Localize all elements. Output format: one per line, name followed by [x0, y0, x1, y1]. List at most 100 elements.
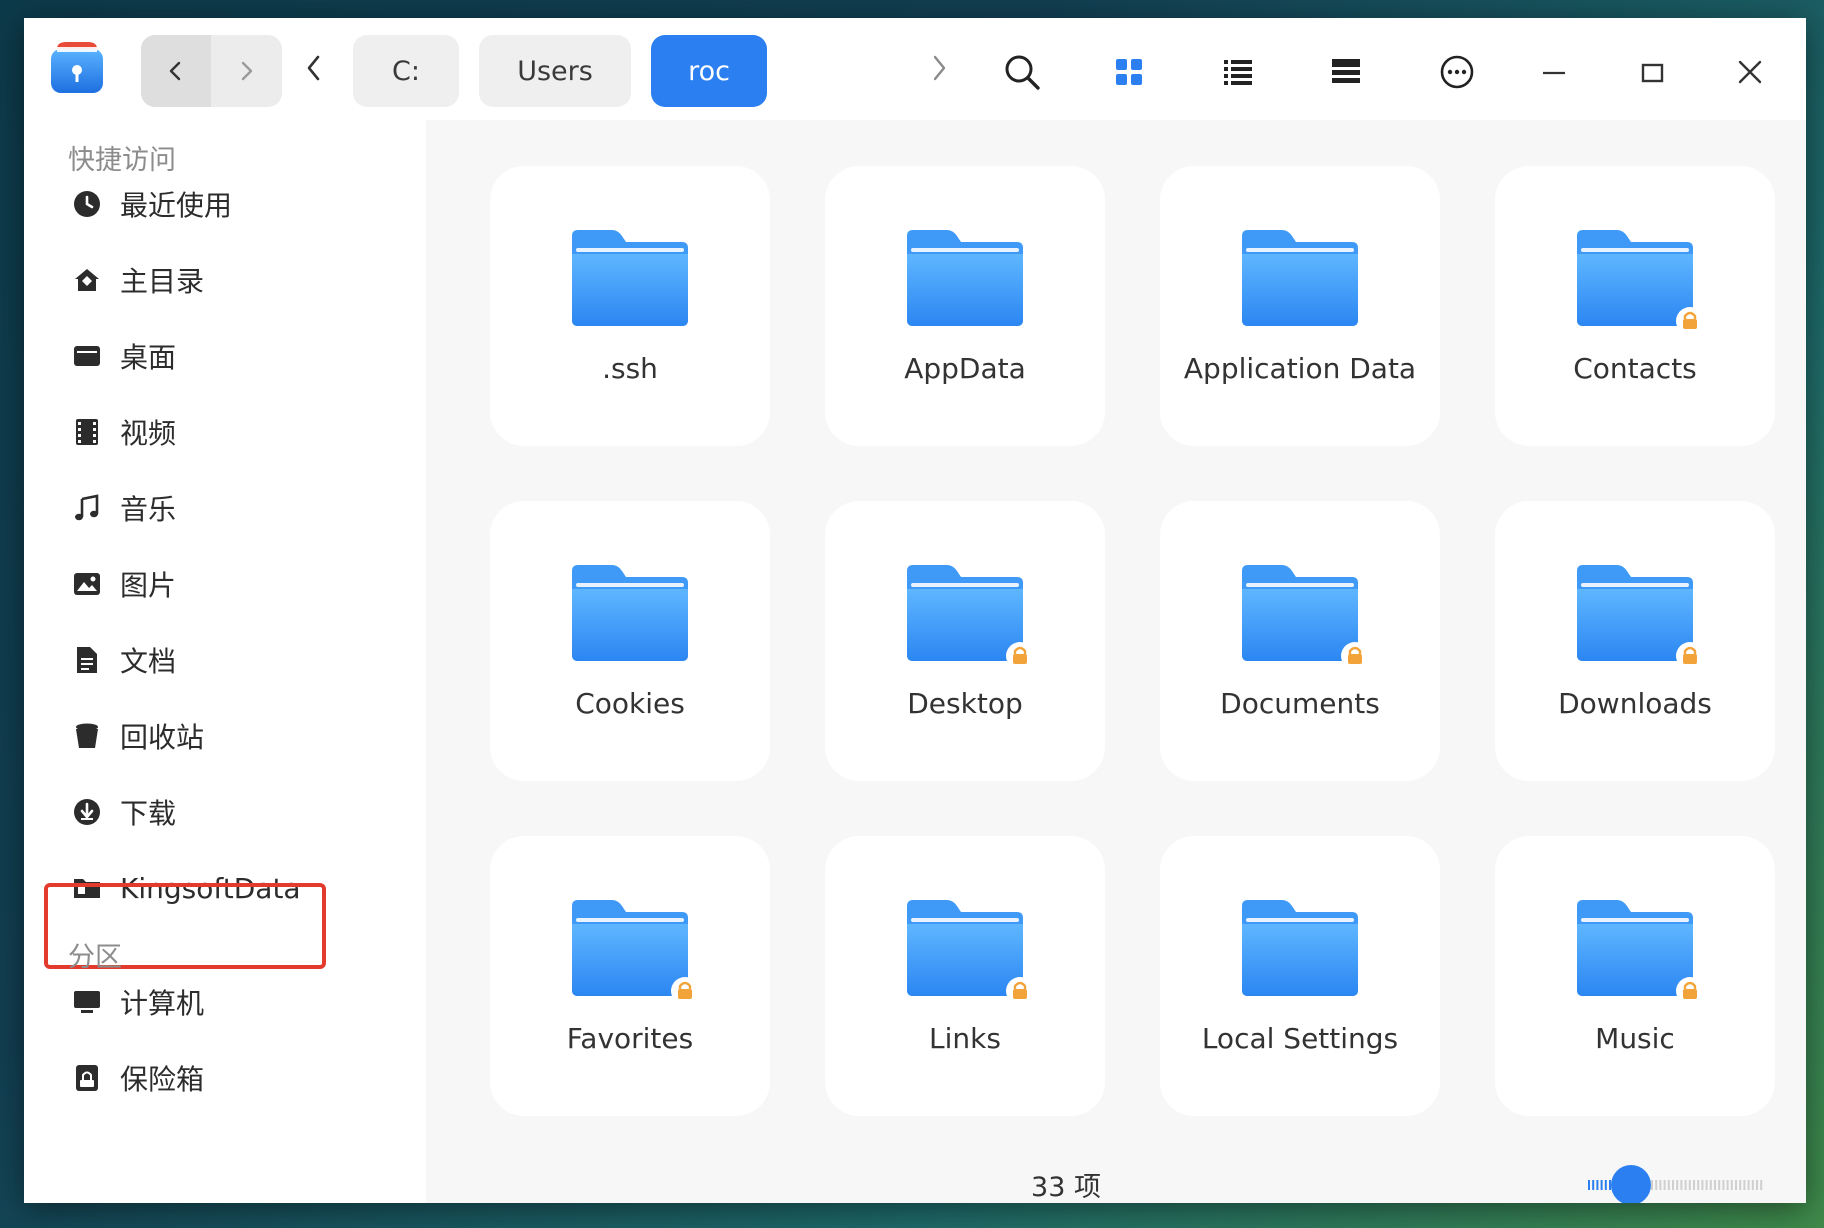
item-count: 33 项: [1031, 1172, 1101, 1203]
picture-icon: [70, 567, 104, 601]
sidebar-item-music[interactable]: 音乐: [64, 479, 394, 537]
icon-view-button[interactable]: [1101, 44, 1157, 100]
zoom-slider-tick: [1730, 1180, 1733, 1190]
folder-name: Downloads: [1558, 687, 1712, 720]
lock-icon: [1676, 307, 1704, 335]
computer-icon: [70, 985, 104, 1019]
folder-item[interactable]: Desktop: [825, 501, 1105, 781]
folder-item[interactable]: Documents: [1160, 501, 1440, 781]
clock-icon: [70, 187, 104, 221]
folder-name: Local Settings: [1201, 1022, 1399, 1055]
zoom-slider-tick: [1722, 1180, 1725, 1190]
sidebar-item-pictures[interactable]: 图片: [64, 555, 394, 613]
zoom-slider-tick: [1651, 1180, 1653, 1190]
zoom-slider-tick: [1701, 1180, 1704, 1190]
zoom-slider-tick: [1718, 1180, 1721, 1190]
lock-icon: [1676, 977, 1704, 1005]
sidebar-item-video[interactable]: 视频: [64, 403, 394, 461]
folder-item[interactable]: Contacts: [1495, 166, 1775, 446]
folder-icon: [572, 230, 688, 326]
sidebar-item-documents[interactable]: 文档: [64, 631, 394, 689]
folder-name: Documents: [1220, 687, 1380, 720]
zoom-slider-tick: [1735, 1180, 1737, 1190]
breadcrumb-roc[interactable]: roc: [651, 35, 767, 107]
zoom-slider-tick: [1588, 1180, 1590, 1190]
sidebar-item-label: 桌面: [120, 341, 177, 374]
minimize-button[interactable]: [1526, 44, 1582, 100]
forward-button[interactable]: [211, 35, 281, 107]
zoom-slider-tick: [1659, 1180, 1662, 1190]
sidebar-item-label: 下载: [120, 797, 177, 830]
sidebar-item-recent[interactable]: 最近使用: [64, 175, 394, 233]
quick-access-title: 快捷访问: [68, 145, 176, 176]
file-manager-window: C: Users roc 快捷访问 最近使用 主目录 桌面 视频 音乐 图片 文…: [24, 18, 1806, 1203]
maximize-button[interactable]: [1624, 44, 1680, 100]
folder-item[interactable]: Favorites: [490, 836, 770, 1116]
breadcrumb-scroll-right[interactable]: [919, 46, 959, 90]
close-button[interactable]: [1722, 44, 1778, 100]
folder-name: Cookies: [575, 687, 685, 720]
folder-item[interactable]: Downloads: [1495, 501, 1775, 781]
zoom-slider-tick: [1600, 1180, 1603, 1190]
folder-name: Favorites: [566, 1022, 694, 1055]
sidebar-item-downloads[interactable]: 下载: [64, 783, 394, 841]
detail-view-button[interactable]: [1318, 44, 1374, 100]
list-view-button[interactable]: [1210, 44, 1266, 100]
back-button[interactable]: [141, 35, 211, 107]
sidebar-item-label: 主目录: [120, 265, 205, 298]
minimize-icon: [1543, 71, 1565, 75]
sidebar-item-vault[interactable]: 保险箱: [64, 1049, 394, 1107]
zoom-slider-tick: [1592, 1180, 1595, 1190]
file-manager-app-icon[interactable]: [48, 39, 106, 97]
document-icon: [70, 643, 104, 677]
folder-item[interactable]: Links: [825, 836, 1105, 1116]
maximize-icon: [1641, 63, 1664, 83]
zoom-slider-tick: [1709, 1180, 1712, 1190]
chevron-right-icon: [241, 61, 253, 81]
folder-item[interactable]: AppData: [825, 166, 1105, 446]
sidebar-item-label: 计算机: [120, 987, 205, 1020]
lock-icon: [1676, 642, 1704, 670]
sidebar-item-desktop[interactable]: 桌面: [64, 327, 394, 385]
folder-item[interactable]: Local Settings: [1160, 836, 1440, 1116]
folder-item[interactable]: Cookies: [490, 501, 770, 781]
zoom-slider-tick: [1756, 1180, 1758, 1190]
close-icon: [1738, 60, 1762, 84]
breadcrumb-c-drive[interactable]: C:: [353, 35, 459, 107]
zoom-slider-tick: [1667, 1180, 1670, 1190]
folder-name: Desktop: [907, 687, 1023, 720]
zoom-slider-tick: [1684, 1180, 1687, 1190]
sidebar-item-trash[interactable]: 回收站: [64, 707, 394, 765]
zoom-slider-tick: [1688, 1180, 1691, 1190]
zoom-slider-handle[interactable]: [1611, 1165, 1651, 1203]
folder-item[interactable]: Music: [1495, 836, 1775, 1116]
zoom-slider-tick: [1672, 1180, 1674, 1190]
zoom-slider[interactable]: [1586, 1160, 1764, 1203]
zoom-slider-tick: [1655, 1180, 1658, 1190]
vault-icon: [70, 1061, 104, 1095]
folder-item[interactable]: .ssh: [490, 166, 770, 446]
folder-item[interactable]: Application Data: [1160, 166, 1440, 446]
zoom-slider-tick: [1726, 1180, 1729, 1190]
folder-icon: [1242, 230, 1358, 326]
list-view-icon: [1224, 60, 1252, 85]
toolbar: C: Users roc: [24, 18, 1806, 120]
more-options-button[interactable]: [1429, 44, 1485, 100]
folder-name: AppData: [904, 352, 1026, 385]
zoom-slider-tick: [1743, 1180, 1746, 1190]
breadcrumb-scroll-left[interactable]: [294, 46, 334, 90]
folder-name: Contacts: [1573, 352, 1697, 385]
sidebar-item-computer[interactable]: 计算机: [64, 973, 394, 1031]
lock-icon: [671, 977, 699, 1005]
breadcrumb-users[interactable]: Users: [479, 35, 631, 107]
zoom-slider-tick: [1751, 1180, 1754, 1190]
sidebar-item-home[interactable]: 主目录: [64, 251, 394, 309]
lock-icon: [1006, 642, 1034, 670]
search-button[interactable]: [994, 44, 1050, 100]
desktop-icon: [70, 339, 104, 373]
zoom-slider-tick: [1760, 1180, 1763, 1190]
music-icon: [70, 491, 104, 525]
sidebar-item-label: 文档: [120, 645, 177, 678]
zoom-slider-tick: [1663, 1180, 1666, 1190]
sidebar-item-label: 保险箱: [120, 1063, 205, 1096]
